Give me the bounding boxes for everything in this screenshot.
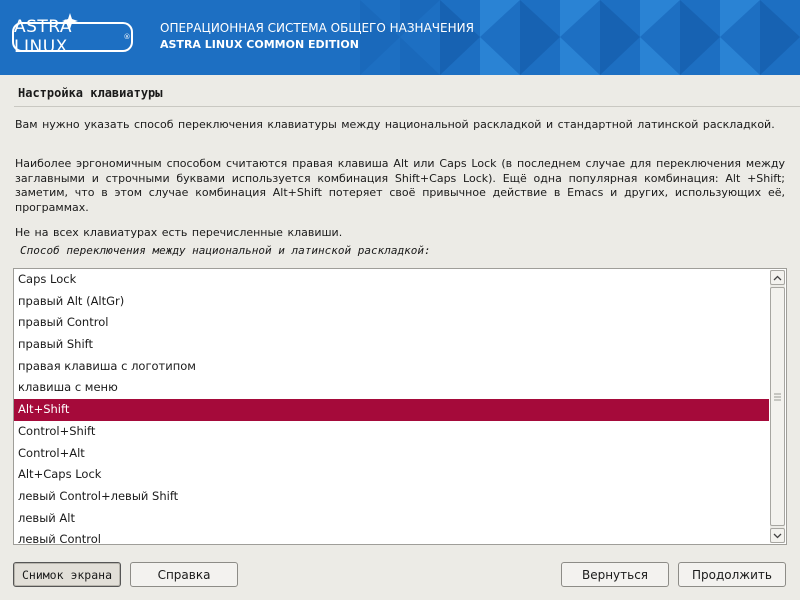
list-scrollbar[interactable] (770, 270, 785, 543)
scroll-up-button[interactable] (770, 270, 785, 285)
list-items: Caps Lock правый Alt (AltGr) правый Cont… (14, 269, 769, 544)
list-prompt: Способ переключения между национальной и… (20, 244, 431, 257)
list-item[interactable]: правая клавиша с логотипом (14, 356, 769, 378)
list-item[interactable]: правый Shift (14, 334, 769, 356)
list-item[interactable]: Alt+Caps Lock (14, 464, 769, 486)
instruction-paragraph-2: Наиболее эргономичным способом считаются… (15, 157, 785, 214)
header-banner: ASTRA LINUX ® ОПЕРАЦИОННАЯ СИСТЕМА ОБЩЕГО… (0, 0, 800, 75)
star-icon (62, 13, 78, 29)
list-item[interactable]: правый Alt (AltGr) (14, 291, 769, 313)
screenshot-button[interactable]: Снимок экрана (13, 562, 121, 587)
heading-divider (14, 106, 800, 107)
page-title: Настройка клавиатуры (18, 86, 163, 100)
back-button[interactable]: Вернуться (561, 562, 669, 587)
list-item[interactable]: Control+Alt (14, 443, 769, 465)
toggle-method-list[interactable]: Caps Lock правый Alt (AltGr) правый Cont… (13, 268, 787, 545)
list-item[interactable]: левый Alt (14, 508, 769, 530)
instruction-paragraph-1: Вам нужно указать способ переключения кл… (15, 118, 775, 131)
help-button[interactable]: Справка (130, 562, 238, 587)
scroll-thumb[interactable] (770, 287, 785, 526)
list-item[interactable]: Control+Shift (14, 421, 769, 443)
list-item[interactable]: Caps Lock (14, 269, 769, 291)
chevron-down-icon (773, 533, 782, 538)
chevron-up-icon (773, 275, 782, 280)
list-item[interactable]: клавиша с меню (14, 377, 769, 399)
list-item[interactable]: левый Control (14, 529, 769, 544)
continue-button[interactable]: Продолжить (678, 562, 786, 587)
banner-title-line1: ОПЕРАЦИОННАЯ СИСТЕМА ОБЩЕГО НАЗНАЧЕНИЯ (160, 21, 474, 35)
instruction-paragraph-3: Не на всех клавиатурах есть перечисленны… (15, 226, 343, 239)
list-item[interactable]: левый Control+левый Shift (14, 486, 769, 508)
banner-title-line2: ASTRA LINUX COMMON EDITION (160, 38, 359, 51)
list-item-selected[interactable]: Alt+Shift (14, 399, 769, 421)
grip-icon (774, 393, 781, 401)
logo-registered-mark: ® (123, 33, 131, 41)
scroll-down-button[interactable] (770, 528, 785, 543)
list-item[interactable]: правый Control (14, 312, 769, 334)
